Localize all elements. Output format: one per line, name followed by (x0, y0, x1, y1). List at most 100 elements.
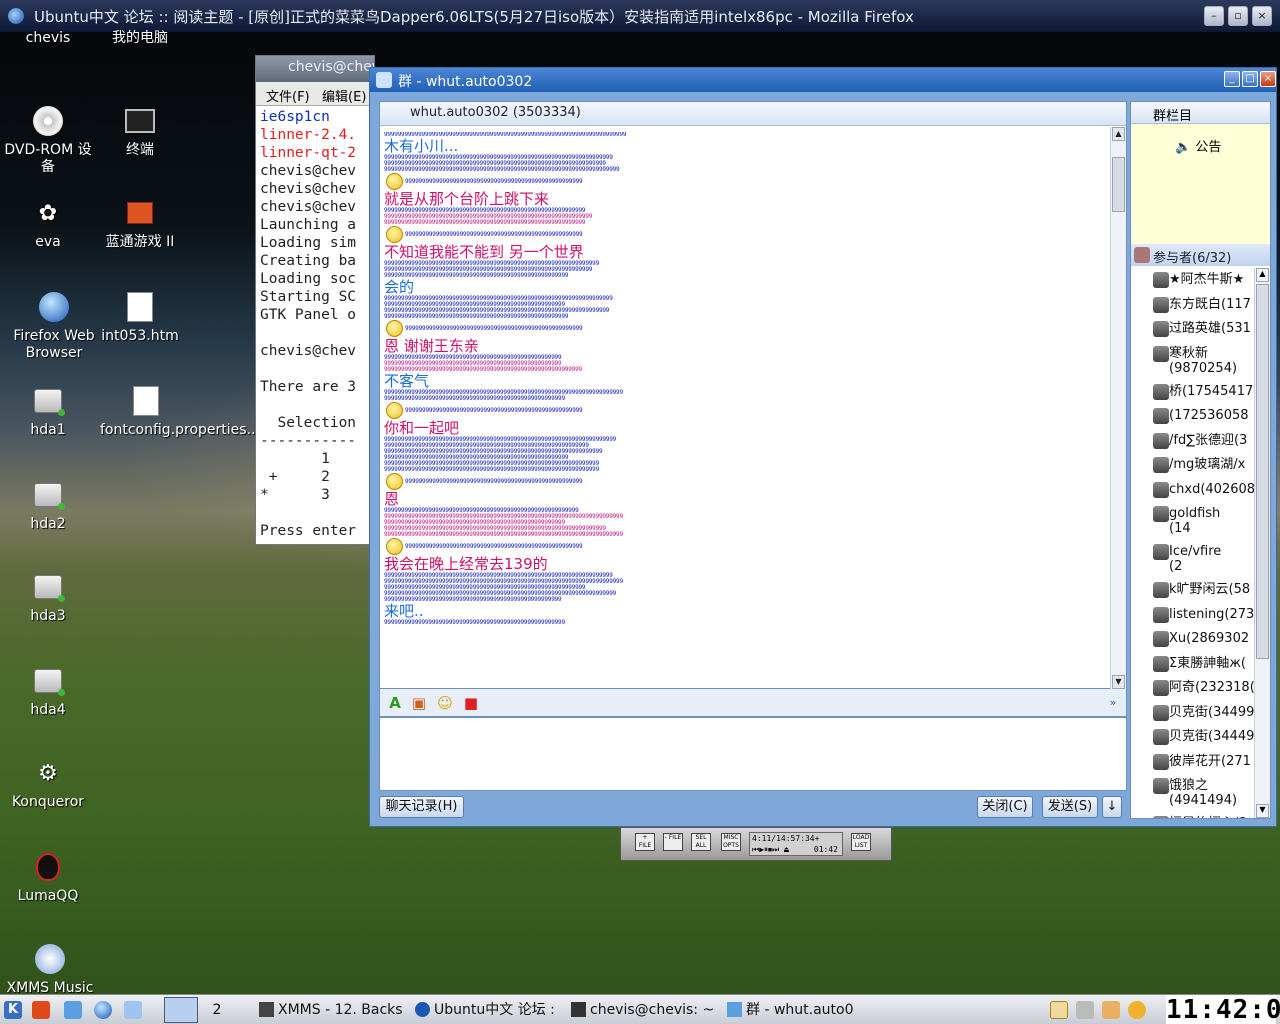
member-item[interactable]: k旷野闲云(58 (1131, 578, 1255, 603)
desktop-icon-lumaqq[interactable]: LumaQQ (2, 850, 94, 905)
emoticon-icon[interactable]: ☺ (436, 694, 454, 712)
scroll-down-arrow-icon[interactable]: ▼ (1112, 675, 1125, 689)
font-icon[interactable]: A (386, 694, 404, 712)
mail-launcher-icon[interactable] (124, 1001, 142, 1019)
desktop-icon-hda2[interactable]: hda2 (2, 478, 94, 533)
member-item[interactable]: Xu(2869302 (1131, 627, 1255, 652)
desktop-icon-hda3[interactable]: hda3 (2, 570, 94, 625)
qq-close-button[interactable]: × (1260, 71, 1276, 87)
chat-message: 来吧.. (384, 603, 1110, 620)
member-item[interactable]: 寒秋新 (9870254) (1131, 342, 1255, 380)
clock[interactable]: 11:42:08 (1166, 995, 1276, 1024)
desktop-icon-home[interactable]: chevis (2, 30, 94, 47)
speaker-icon: 🔈 (1175, 140, 1191, 155)
load-list-button[interactable]: LOAD LIST (851, 833, 871, 851)
member-item[interactable]: Ice/vfire (2 (1131, 540, 1255, 578)
member-item[interactable]: Σ東勝訷軸ж( (1131, 652, 1255, 677)
home-icon[interactable] (32, 1001, 50, 1019)
select-all-button[interactable]: SEL ALL (691, 833, 711, 851)
member-item[interactable]: 贝克街(34449 (1131, 725, 1255, 750)
member-scroll-thumb[interactable] (1256, 284, 1269, 659)
scroll-thumb[interactable] (1112, 157, 1125, 212)
desktop-icon-int053[interactable]: int053.htm (94, 290, 186, 345)
firefox-titlebar[interactable]: Ubuntu中文 论坛 :: 阅读主题 - [原创]正式的菜菜鸟Dapper6.… (0, 0, 1280, 32)
desktop-icon-hda4[interactable]: hda4 (2, 664, 94, 719)
close-chat-button[interactable]: 关闭(C) (977, 796, 1033, 818)
terminal-window[interactable]: chevis@chevis: ~ 文件(F) 编辑(E) ie6sp1cn lin… (255, 55, 375, 545)
announcement-link[interactable]: 🔈 公告 (1175, 136, 1221, 155)
desktop-icon-fontconfig[interactable]: fontconfig.properties... (100, 384, 192, 439)
update-notifier-icon[interactable] (1128, 1001, 1146, 1019)
desktop-icon-terminal[interactable]: 终端 (94, 104, 186, 159)
member-item[interactable]: /mg玻璃湖/x (1131, 453, 1255, 478)
member-item[interactable]: /fd∑张德迎(3 (1131, 429, 1255, 454)
xmms-mini-player[interactable]: + FILE - FILE SEL ALL MISC OPTS 4:11/14:… (620, 827, 892, 861)
terminal-line: Loading sim (260, 234, 370, 252)
task-firefox[interactable]: Ubuntu中文 论坛 : (412, 997, 564, 1023)
member-item[interactable]: chxd(402608 (1131, 478, 1255, 503)
member-item[interactable]: listening(273 (1131, 603, 1255, 628)
desktop-icon-game[interactable]: 蓝通游戏 II (94, 196, 186, 251)
desktop-icon-hda1[interactable]: hda1 (2, 384, 94, 439)
xmms-controls[interactable]: ⏮▶⏸⏹⏭ ⏏ 01:42 (752, 844, 842, 855)
misc-options-button[interactable]: MISC OPTS (721, 833, 741, 851)
member-item[interactable]: 饿狼之 (4941494) (1131, 774, 1255, 812)
member-item[interactable]: ★阿杰牛斯★ (1131, 268, 1255, 293)
task-qq-group[interactable]: 群 - whut.auto0 (724, 997, 876, 1023)
add-file-button[interactable]: + FILE (635, 833, 655, 851)
member-scroll-up-icon[interactable]: ▲ (1256, 268, 1269, 282)
desktop-2-pager[interactable]: 2 (200, 997, 234, 1023)
member-item[interactable]: 过路英雄(531 (1131, 317, 1255, 342)
member-scrollbar[interactable]: ▲ ▼ (1254, 268, 1270, 818)
task-xmms[interactable]: XMMS - 12. Backs (256, 997, 408, 1023)
klipper-icon[interactable] (1050, 1001, 1068, 1019)
konqueror-launcher-icon[interactable] (64, 1001, 82, 1019)
message-input[interactable] (379, 717, 1127, 791)
member-item[interactable]: 恒星的恒心(2 (1131, 812, 1255, 818)
minimize-button[interactable]: – (1204, 6, 1224, 26)
chat-history-button[interactable]: 聊天记录(H) (379, 796, 464, 818)
chat-history-pane[interactable]: whut.auto0302 (3503334) 9999999999999999… (379, 101, 1127, 689)
participants-header[interactable]: 参与者(6/32) (1131, 244, 1270, 266)
qq-maximize-button[interactable]: □ (1242, 71, 1258, 87)
task-terminal[interactable]: chevis@chevis: ~ (568, 997, 720, 1023)
remove-file-button[interactable]: - FILE (663, 833, 683, 851)
member-item[interactable]: 阿奇(232318( (1131, 676, 1255, 701)
member-item[interactable]: 东方既白(117 (1131, 293, 1255, 318)
desktop-icon-xmms[interactable]: XMMS Music (4, 942, 96, 997)
qq-minimize-button[interactable]: _ (1224, 71, 1240, 87)
expand-icon[interactable]: » (1104, 694, 1122, 712)
kde-menu-icon[interactable]: K (4, 1001, 22, 1019)
desktop-icon-konqueror[interactable]: ⚙ Konqueror (2, 756, 94, 811)
member-item[interactable]: 桥(175454179 (1131, 380, 1255, 405)
desktop-1-pager[interactable] (164, 997, 198, 1023)
send-button[interactable]: 发送(S) (1042, 796, 1098, 818)
screenshot-icon[interactable]: ■ (462, 694, 480, 712)
qq-titlebar[interactable]: 群 - whut.auto0302 _ □ × (370, 68, 1276, 92)
member-item[interactable]: 贝克街(34499 (1131, 701, 1255, 726)
close-button[interactable]: × (1252, 6, 1272, 26)
menu-file[interactable]: 文件(F) (266, 90, 310, 105)
maximize-button[interactable]: ▫ (1228, 6, 1248, 26)
desktop-icon-computer[interactable]: 我的电脑 (94, 30, 186, 47)
member-item[interactable]: 彼岸花开(271 (1131, 750, 1255, 775)
scroll-up-arrow-icon[interactable]: ▲ (1112, 127, 1125, 141)
terminal-titlebar[interactable]: chevis@chevis: ~ (256, 56, 374, 82)
send-options-arrow-icon[interactable]: ↓ (1102, 796, 1122, 818)
desktop-icon-eva[interactable]: ✿ eva (2, 196, 94, 251)
firefox-launcher-icon[interactable] (94, 1001, 112, 1019)
image-icon[interactable]: ▣ (410, 694, 428, 712)
member-item[interactable]: (172536058 (1131, 404, 1255, 429)
network-icon[interactable] (1102, 1001, 1120, 1019)
member-scroll-down-icon[interactable]: ▼ (1256, 804, 1269, 818)
desktop-icon-dvd[interactable]: DVD-ROM 设备 (2, 104, 94, 176)
clipboard-icon[interactable] (1076, 1001, 1094, 1019)
chat-scrollbar[interactable]: ▲ ▼ (1110, 127, 1126, 689)
desktop-icon-firefox[interactable]: Firefox Web Browser (8, 290, 100, 362)
menu-edit[interactable]: 编辑(E) (322, 90, 366, 105)
sidebar-header[interactable]: 群栏目 (1131, 102, 1270, 124)
message-list[interactable]: 9999999999999999999999999999999999999999… (384, 132, 1110, 684)
qq-group-chat-window[interactable]: 群 - whut.auto0302 _ □ × whut.auto0302 (3… (369, 67, 1277, 827)
member-item[interactable]: goldfish (14 (1131, 502, 1255, 540)
member-list[interactable]: ★阿杰牛斯★ 东方既白(117 过路英雄(531 寒秋新 (9870254) 桥(1754… (1131, 268, 1255, 818)
